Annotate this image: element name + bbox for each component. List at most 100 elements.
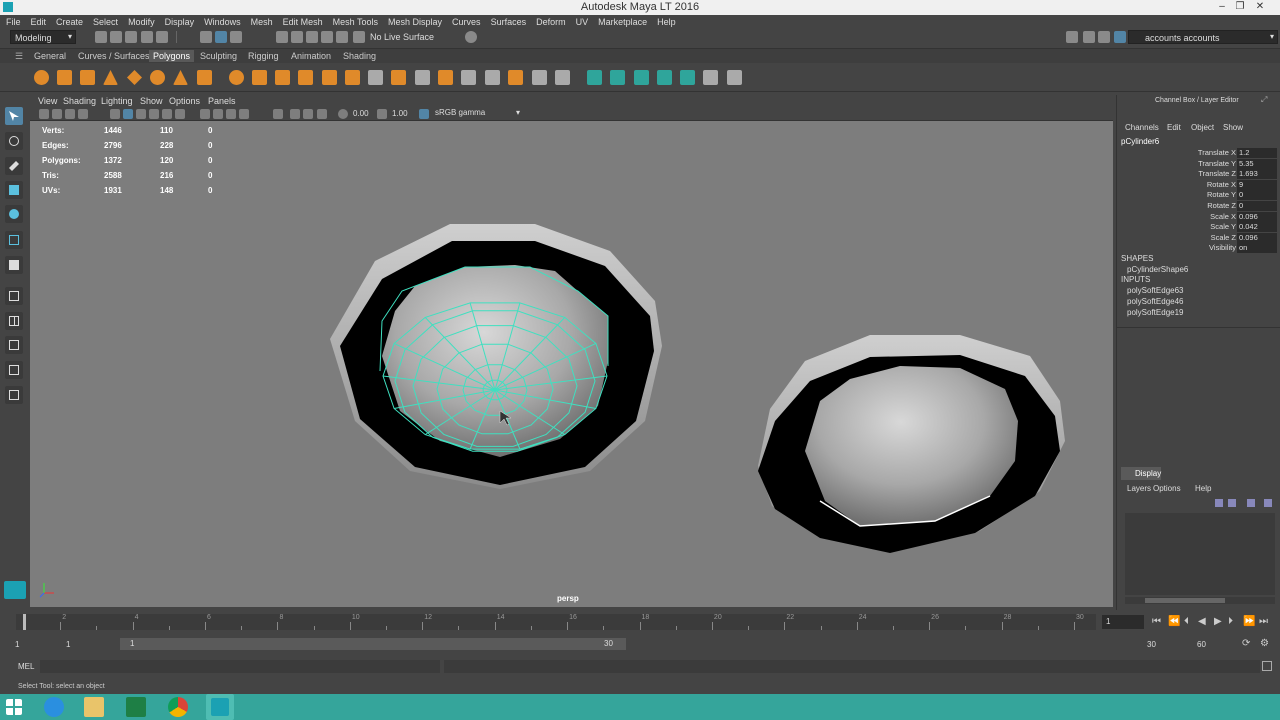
attribute-editor-icon[interactable] — [1083, 31, 1095, 43]
anim-prefs-icon[interactable]: ⚙ — [1260, 638, 1269, 649]
scene-canvas[interactable] — [30, 121, 1113, 607]
animation-start-field[interactable]: 1 — [15, 640, 19, 649]
tab-curves-surfaces[interactable]: Curves / Surfaces — [78, 51, 150, 61]
bevel-icon[interactable] — [415, 70, 430, 85]
layer-menu-options[interactable]: Options — [1153, 484, 1181, 493]
menu-deform[interactable]: Deform — [536, 17, 566, 27]
scrollbar-thumb[interactable] — [1145, 598, 1225, 603]
range-bar[interactable]: 1 30 — [120, 638, 626, 650]
render-settings-icon[interactable] — [465, 31, 477, 43]
select-component-icon[interactable] — [230, 31, 242, 43]
mirror-icon[interactable] — [345, 70, 360, 85]
script-editor-icon[interactable] — [1262, 661, 1272, 671]
play-backward-icon[interactable]: ◀ — [1198, 616, 1206, 627]
step-forward-frame-icon[interactable]: ⏵ — [1228, 616, 1233, 627]
separate-icon[interactable] — [252, 70, 267, 85]
paint-select-tool[interactable] — [5, 157, 23, 175]
layer-list[interactable] — [1125, 513, 1275, 595]
menu-display[interactable]: Display — [165, 17, 195, 27]
attribute-value[interactable]: 0.096 — [1237, 211, 1277, 222]
tool-settings-icon[interactable] — [1098, 31, 1110, 43]
selected-object-name[interactable]: pCylinder6 — [1121, 137, 1159, 146]
menu-mesh-tools[interactable]: Mesh Tools — [333, 17, 378, 27]
snap-surface-icon[interactable] — [336, 31, 348, 43]
input-node[interactable]: polySoftEdge63 — [1127, 286, 1184, 295]
current-frame-field[interactable]: 1 — [1102, 615, 1144, 629]
go-to-end-icon[interactable]: ⏭ — [1259, 616, 1268, 627]
bridge-icon[interactable] — [391, 70, 406, 85]
step-back-frame-icon[interactable]: ⏴ — [1184, 616, 1189, 627]
panel-menu-shading[interactable]: Shading — [63, 96, 96, 106]
menu-edit[interactable]: Edit — [31, 17, 47, 27]
playback-end-field[interactable]: 30 — [1147, 640, 1156, 649]
outliner-layout[interactable] — [5, 336, 23, 354]
menu-marketplace[interactable]: Marketplace — [598, 17, 647, 27]
snap-view-icon[interactable] — [321, 31, 333, 43]
layer-move-up-icon[interactable] — [1215, 499, 1223, 507]
restore-icon[interactable]: ❐ — [1232, 1, 1248, 12]
poly-pyramid-icon[interactable] — [173, 70, 188, 85]
account-dropdown[interactable]: accounts accounts — [1128, 30, 1278, 44]
backface-culling-icon[interactable] — [226, 109, 236, 119]
attribute-value[interactable]: 1.693 — [1237, 169, 1277, 180]
close-icon[interactable]: ✕ — [1252, 1, 1268, 12]
lasso-tool[interactable] — [5, 132, 23, 150]
tab-general[interactable]: General — [34, 51, 66, 61]
attribute-value[interactable]: 0 — [1237, 190, 1277, 201]
target-weld-icon[interactable] — [508, 70, 523, 85]
layer-menu-help[interactable]: Help — [1195, 484, 1211, 493]
minimize-icon[interactable]: – — [1214, 1, 1230, 12]
time-slider-track[interactable]: 2 4 6 8 10 12 14 16 18 20 22 24 26 28 30 — [16, 614, 1096, 630]
attribute-row[interactable]: Rotate Y0 — [1117, 190, 1280, 201]
cylindrical-map-icon[interactable] — [610, 70, 625, 85]
exposure-icon[interactable] — [338, 109, 348, 119]
single-pane-layout[interactable] — [5, 287, 23, 305]
maya-taskbar-icon[interactable] — [206, 694, 234, 720]
float-panel-icon[interactable]: ⤢ — [1261, 95, 1267, 105]
field-chart-icon[interactable] — [303, 109, 313, 119]
spherical-map-icon[interactable] — [634, 70, 649, 85]
menu-select[interactable]: Select — [93, 17, 118, 27]
file-explorer-icon[interactable] — [84, 697, 104, 717]
new-layer-icon[interactable] — [1247, 499, 1255, 507]
playback-speed-icon[interactable]: ⟳ — [1242, 638, 1250, 649]
xray-joints-icon[interactable] — [213, 109, 223, 119]
camera-attributes-icon[interactable] — [52, 109, 62, 119]
attribute-row[interactable]: Scale Y 0.042 — [1117, 222, 1280, 233]
extract-icon[interactable] — [275, 70, 290, 85]
gamma-value[interactable]: 1.00 — [392, 109, 408, 118]
attribute-value[interactable]: 0.042 — [1237, 222, 1277, 233]
input-node[interactable]: polySoftEdge46 — [1127, 297, 1184, 306]
exposure-value[interactable]: 0.00 — [353, 109, 369, 118]
channel-menu-edit[interactable]: Edit — [1167, 123, 1181, 132]
snap-point-icon[interactable] — [306, 31, 318, 43]
new-scene-icon[interactable] — [95, 31, 107, 43]
menu-help[interactable]: Help — [657, 17, 676, 27]
smooth-shade-icon[interactable] — [136, 109, 146, 119]
auto-map-icon[interactable] — [657, 70, 672, 85]
resolution-gate-icon[interactable] — [273, 109, 283, 119]
gamma-icon[interactable] — [377, 109, 387, 119]
xray-icon[interactable] — [200, 109, 210, 119]
menu-uv[interactable]: UV — [576, 17, 589, 27]
attribute-row[interactable]: Rotate X9 — [1117, 179, 1280, 190]
insert-edge-loop-icon[interactable] — [461, 70, 476, 85]
layout-icon[interactable] — [1066, 31, 1078, 43]
combine-icon[interactable] — [229, 70, 244, 85]
save-scene-icon[interactable] — [125, 31, 137, 43]
menu-windows[interactable]: Windows — [204, 17, 241, 27]
attribute-row[interactable]: Scale X 0.096 — [1117, 211, 1280, 222]
select-tool[interactable] — [5, 107, 23, 125]
color-space-dropdown[interactable]: sRGB gamma — [433, 107, 523, 120]
transfer-icon[interactable] — [727, 70, 742, 85]
bowl-selected[interactable] — [330, 224, 662, 489]
tab-polygons[interactable]: Polygons — [149, 50, 195, 62]
bookmark-icon[interactable] — [65, 109, 75, 119]
grid-toggle-icon[interactable] — [110, 109, 120, 119]
panel-menu-lighting[interactable]: Lighting — [101, 96, 133, 106]
panel-menu-panels[interactable]: Panels — [208, 96, 236, 106]
go-to-start-icon[interactable]: ⏮ — [1152, 616, 1161, 627]
menu-mesh-display[interactable]: Mesh Display — [388, 17, 442, 27]
poly-cone-icon[interactable] — [103, 70, 118, 85]
lights-icon[interactable] — [162, 109, 172, 119]
